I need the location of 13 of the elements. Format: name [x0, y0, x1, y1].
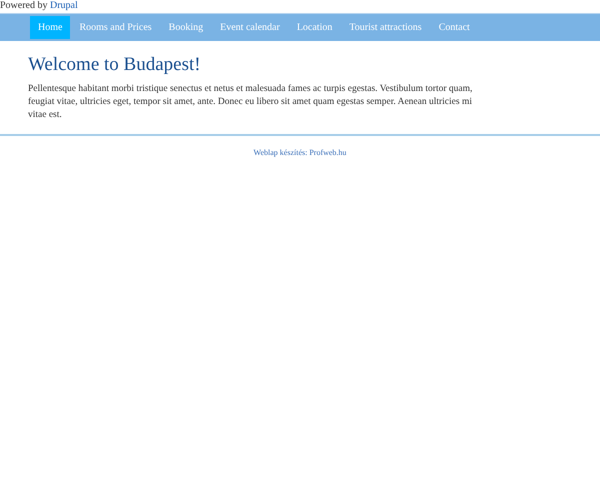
- body-text: Pellentesque habitant morbi tristique senectus et netus et malesuada fames ac turpis egestas. Vestibulum tortor quam, feugiat vitae, ultricies eget, tempor sit amet, ante. Donec eu libero sit amet quam egestas semper. Aenean ultricies mi vitae est.: [28, 83, 474, 122]
- footer-text: Weblap készítés:: [254, 148, 308, 157]
- nav-tab[interactable]: Contact: [430, 16, 478, 39]
- nav-tab[interactable]: Tourist attractions: [341, 16, 430, 39]
- footer-link[interactable]: Profweb.hu: [309, 148, 346, 157]
- nav-tab[interactable]: Event calendar: [212, 16, 288, 39]
- nav-tab[interactable]: Home: [30, 16, 70, 39]
- nav-tab[interactable]: Booking: [160, 16, 212, 39]
- page-title: Welcome to Budapest!: [28, 53, 202, 77]
- nav-tab[interactable]: Rooms and Prices: [71, 16, 160, 39]
- powered-by-text: Powered by: [0, 0, 48, 11]
- nav-tab[interactable]: Location: [288, 16, 340, 39]
- drupal-link[interactable]: Drupal: [50, 0, 78, 11]
